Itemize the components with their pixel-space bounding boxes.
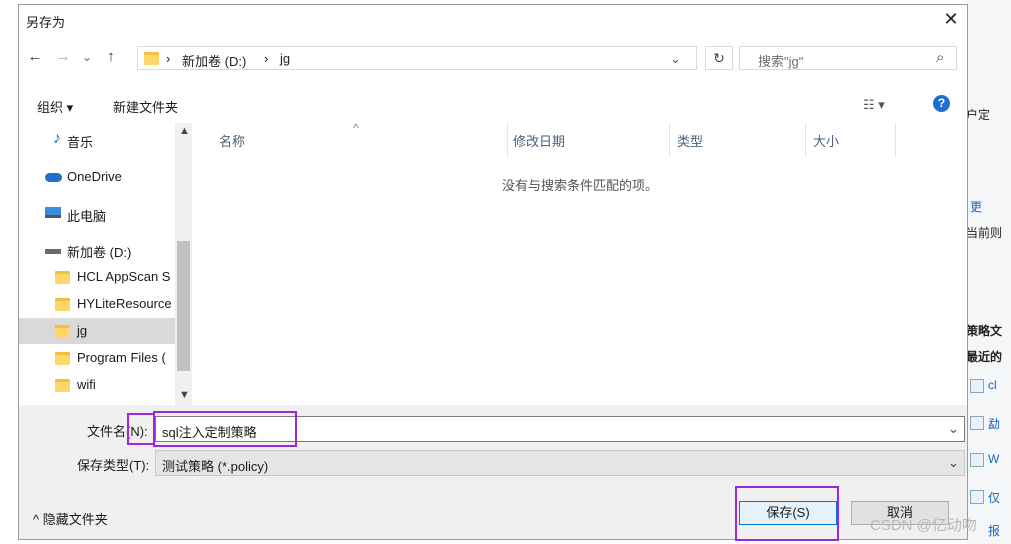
- sidebar-item-hcl-appscan[interactable]: HCL AppScan S: [19, 264, 177, 290]
- navigation-pane: ♪ 音乐 OneDrive 此电脑 新加卷 (D:) HCL AppScan S…: [19, 123, 191, 405]
- background-heading: 策略文: [966, 324, 1003, 338]
- empty-message: 没有与搜索条件匹配的项。: [502, 178, 659, 193]
- doc-icon: [970, 490, 984, 504]
- view-options-icon[interactable]: ☷ ▾: [863, 97, 885, 113]
- folder-icon: [55, 379, 70, 392]
- search-box[interactable]: 搜索"jg" ⌕: [739, 46, 957, 70]
- refresh-button[interactable]: ↻: [705, 46, 733, 70]
- breadcrumb-drive[interactable]: 新加卷 (D:): [182, 51, 246, 70]
- folder-icon: [55, 271, 70, 284]
- sidebar-item-label: HYLiteResource: [77, 296, 172, 311]
- annotation-highlight: [735, 486, 839, 541]
- column-header-name[interactable]: 名称: [219, 131, 245, 150]
- title-bar: 另存为 ✕: [19, 5, 967, 35]
- annotation-highlight: [153, 411, 297, 447]
- save-as-dialog: 另存为 ✕ ← → ⌄ ↑ › 新加卷 (D:) › jg ⌄ ↻ 搜索"jg"…: [18, 4, 968, 541]
- help-icon[interactable]: ?: [933, 95, 950, 112]
- sidebar-item-label: Program Files (: [77, 350, 166, 365]
- sidebar-item-label: 新加卷 (D:): [67, 245, 132, 260]
- file-list-pane: 名称 ^ 修改日期 类型 大小 没有与搜索条件匹配的项。: [195, 121, 967, 405]
- watermark: CSDN @亿动吻: [870, 517, 977, 534]
- dialog-title: 另存为: [26, 15, 66, 30]
- sidebar-item-music[interactable]: ♪ 音乐: [19, 127, 177, 153]
- background-link: 报: [988, 524, 1001, 538]
- drive-icon: [45, 249, 61, 254]
- save-type-label: 保存类型(T):: [77, 458, 150, 473]
- sidebar-item-label: wifi: [77, 377, 96, 392]
- scrollbar-thumb[interactable]: [177, 241, 190, 371]
- address-dropdown-chevron-icon[interactable]: ⌄: [670, 51, 681, 67]
- column-header-size[interactable]: 大小: [813, 131, 839, 150]
- background-heading: 最近的: [966, 350, 1003, 364]
- address-bar[interactable]: › 新加卷 (D:) › jg ⌄: [137, 46, 697, 70]
- organize-menu[interactable]: 组织 ▾: [37, 97, 73, 116]
- save-type-value: 测试策略 (*.policy): [162, 459, 269, 474]
- column-divider[interactable]: [507, 123, 508, 157]
- sidebar-item-hyliteresource[interactable]: HYLiteResource: [19, 291, 177, 317]
- cloud-icon: [45, 173, 62, 182]
- doc-icon: [970, 379, 984, 393]
- sidebar-item-label: HCL AppScan S: [77, 269, 171, 284]
- forward-arrow-icon[interactable]: →: [53, 47, 73, 67]
- save-type-dropdown-chevron-icon[interactable]: ⌄: [948, 455, 959, 471]
- save-type-select[interactable]: 测试策略 (*.policy) ⌄: [155, 450, 965, 476]
- column-header-type[interactable]: 类型: [677, 131, 703, 150]
- background-app-panel: 户定 更 当前则 策略文 最近的 cl 勐 W 仅 报: [966, 0, 1011, 544]
- sidebar-item-program-files[interactable]: Program Files (: [19, 345, 177, 371]
- sidebar-item-label: 此电脑: [67, 209, 107, 224]
- breadcrumb-separator: ›: [166, 51, 171, 66]
- search-placeholder: 搜索"jg": [758, 54, 804, 69]
- back-arrow-icon[interactable]: ←: [25, 47, 45, 67]
- sidebar-item-drive-d[interactable]: 新加卷 (D:): [19, 237, 177, 263]
- sidebar-item-this-pc[interactable]: 此电脑: [19, 201, 177, 227]
- column-header-modified[interactable]: 修改日期: [513, 131, 565, 150]
- recent-locations-chevron-icon[interactable]: ⌄: [77, 47, 97, 67]
- background-link: 仅: [988, 491, 1001, 505]
- save-form-area: 文件名(N): sql注入定制策略 ⌄ 保存类型(T): 测试策略 (*.pol…: [19, 405, 967, 541]
- sidebar-item-label: jg: [77, 323, 88, 338]
- search-icon[interactable]: ⌕: [936, 49, 944, 66]
- up-arrow-icon[interactable]: ↑: [101, 47, 121, 67]
- sidebar-item-wifi[interactable]: wifi: [19, 372, 177, 398]
- annotation-highlight: [127, 413, 155, 445]
- filename-dropdown-chevron-icon[interactable]: ⌄: [948, 421, 959, 437]
- background-text: 当前则: [966, 226, 1003, 240]
- background-link: 更: [970, 200, 983, 214]
- folder-icon: [55, 325, 70, 338]
- command-toolbar: 组织 ▾ 新建文件夹 ☷ ▾: [19, 89, 967, 123]
- sidebar-item-jg[interactable]: jg: [19, 318, 177, 344]
- computer-icon: [45, 207, 61, 218]
- music-icon: ♪: [53, 130, 61, 147]
- scroll-up-icon[interactable]: ▲: [179, 125, 190, 137]
- background-link: 勐: [988, 417, 1001, 431]
- background-text: 户定: [966, 108, 991, 122]
- sidebar-item-label: 音乐: [67, 135, 94, 150]
- folder-icon: [55, 352, 70, 365]
- column-divider[interactable]: [895, 123, 896, 157]
- breadcrumb-jg[interactable]: jg: [280, 51, 290, 66]
- breadcrumb-separator: ›: [264, 51, 269, 66]
- sort-chevron-icon: ^: [353, 121, 359, 135]
- refresh-icon: ↻: [713, 50, 725, 66]
- close-icon[interactable]: ✕: [939, 7, 963, 31]
- folder-icon: [144, 52, 159, 65]
- sidebar-item-label: OneDrive: [67, 169, 122, 184]
- doc-icon: [970, 453, 984, 467]
- background-link: W: [988, 452, 1000, 466]
- column-divider[interactable]: [805, 123, 806, 157]
- folder-icon: [55, 298, 70, 311]
- column-divider[interactable]: [669, 123, 670, 157]
- new-folder-button[interactable]: 新建文件夹: [113, 97, 178, 116]
- sidebar-item-onedrive[interactable]: OneDrive: [19, 164, 177, 190]
- doc-icon: [970, 416, 984, 430]
- hide-folders-toggle[interactable]: ^ 隐藏文件夹: [33, 509, 108, 528]
- background-link: cl: [988, 378, 997, 392]
- scroll-down-icon[interactable]: ▼: [179, 389, 190, 401]
